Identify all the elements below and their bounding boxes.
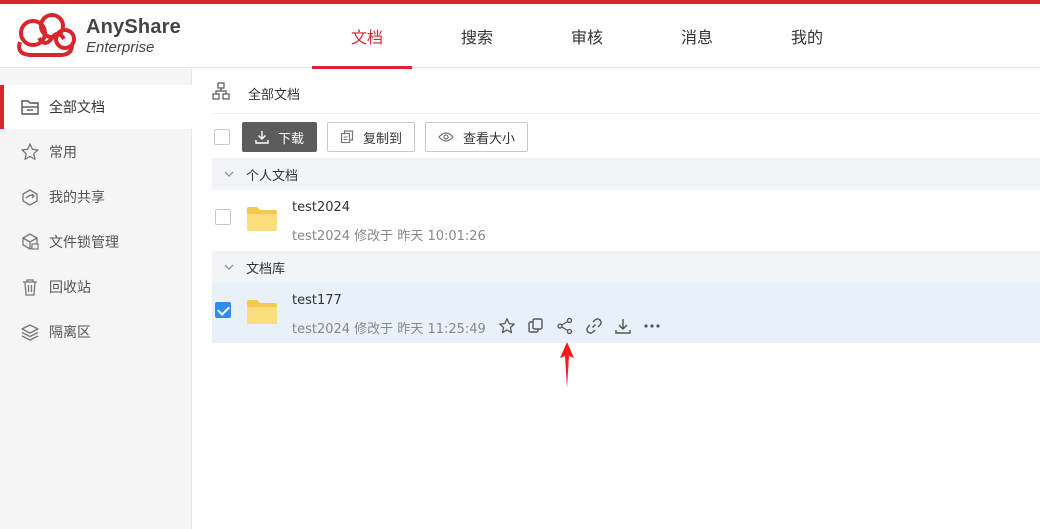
list-item[interactable]: test2024 test2024 修改于 昨天 10:01:26 <box>212 190 1040 250</box>
download-icon <box>255 130 269 144</box>
logo[interactable]: AnyShare Enterprise <box>12 12 181 60</box>
view-size-button[interactable]: 查看大小 <box>425 122 529 152</box>
tab-messages[interactable]: 消息 <box>642 4 752 68</box>
eye-icon <box>438 131 454 143</box>
trash-icon <box>20 277 40 297</box>
row-checkbox[interactable] <box>215 302 231 318</box>
copy-to-label: 复制到 <box>363 131 403 147</box>
group-title: 文档库 <box>246 261 286 277</box>
tab-review[interactable]: 审核 <box>532 4 642 68</box>
brand-subtitle: Enterprise <box>86 39 155 56</box>
download-icon[interactable] <box>614 316 643 336</box>
folder-icon <box>246 299 278 329</box>
sidebar-item-label: 隔离区 <box>49 325 91 341</box>
file-name[interactable]: test2024 <box>292 200 350 215</box>
select-all-checkbox[interactable] <box>214 129 230 145</box>
list-item[interactable]: test177 test2024 修改于 昨天 11:25:49 <box>212 283 1040 343</box>
share-box-icon <box>20 187 40 207</box>
sidebar-item-file-lock[interactable]: 文件锁管理 <box>0 220 192 264</box>
view-size-label: 查看大小 <box>463 131 516 147</box>
more-icon[interactable] <box>643 316 672 336</box>
row-checkbox[interactable] <box>215 209 231 225</box>
header: AnyShare Enterprise 文档 搜索 审核 消息 我的 <box>0 4 1040 69</box>
download-button[interactable]: 下载 <box>242 122 318 152</box>
group-header-personal[interactable]: 个人文档 <box>212 158 1040 190</box>
file-name[interactable]: test177 <box>292 293 342 308</box>
sidebar-item-label: 常用 <box>49 145 77 161</box>
chevron-down-icon <box>224 264 234 270</box>
sidebar-item-label: 回收站 <box>49 280 91 296</box>
anyshare-logo-icon <box>17 13 76 57</box>
tab-search[interactable]: 搜索 <box>422 4 532 68</box>
download-label: 下载 <box>278 131 305 147</box>
main-nav: 文档 搜索 审核 消息 我的 <box>312 4 862 69</box>
chevron-down-icon <box>224 171 234 177</box>
divider <box>212 113 1040 114</box>
breadcrumb: 全部文档 <box>212 78 300 108</box>
copy-icon[interactable] <box>527 316 556 336</box>
row-actions <box>498 316 672 336</box>
file-meta: test2024 修改于 昨天 10:01:26 <box>292 229 486 244</box>
folder-icon <box>246 206 278 236</box>
tab-mine[interactable]: 我的 <box>752 4 862 68</box>
star-icon <box>20 142 40 162</box>
lock-cube-icon <box>20 232 40 252</box>
sidebar-item-favorites[interactable]: 常用 <box>0 130 192 174</box>
sidebar-item-label: 文件锁管理 <box>49 235 119 251</box>
tab-documents[interactable]: 文档 <box>312 4 422 69</box>
star-icon[interactable] <box>498 316 527 336</box>
layers-icon <box>20 322 40 342</box>
sidebar: 全部文档 常用 我的共享 文件锁管理 回收站 隔离区 <box>0 69 192 529</box>
sidebar-item-my-shares[interactable]: 我的共享 <box>0 175 192 219</box>
copy-icon <box>340 130 354 144</box>
group-title: 个人文档 <box>246 168 299 184</box>
sidebar-item-label: 全部文档 <box>49 100 105 116</box>
file-meta: test2024 修改于 昨天 11:25:49 <box>292 322 486 337</box>
org-tree-icon[interactable] <box>212 82 230 104</box>
copy-to-button[interactable]: 复制到 <box>327 122 416 152</box>
group-header-library[interactable]: 文档库 <box>212 251 1040 283</box>
breadcrumb-item[interactable]: 全部文档 <box>248 84 300 103</box>
sidebar-item-recycle-bin[interactable]: 回收站 <box>0 265 192 309</box>
share-icon[interactable] <box>556 316 585 336</box>
sidebar-item-label: 我的共享 <box>49 190 105 206</box>
folder-drawer-icon <box>20 97 40 117</box>
sidebar-item-quarantine[interactable]: 隔离区 <box>0 310 192 354</box>
toolbar: 下载 复制到 查看大小 <box>212 121 529 153</box>
brand-name: AnyShare <box>86 16 181 38</box>
link-icon[interactable] <box>585 316 614 336</box>
sidebar-item-all-documents[interactable]: 全部文档 <box>0 85 192 129</box>
annotation-arrow-icon <box>560 342 574 388</box>
